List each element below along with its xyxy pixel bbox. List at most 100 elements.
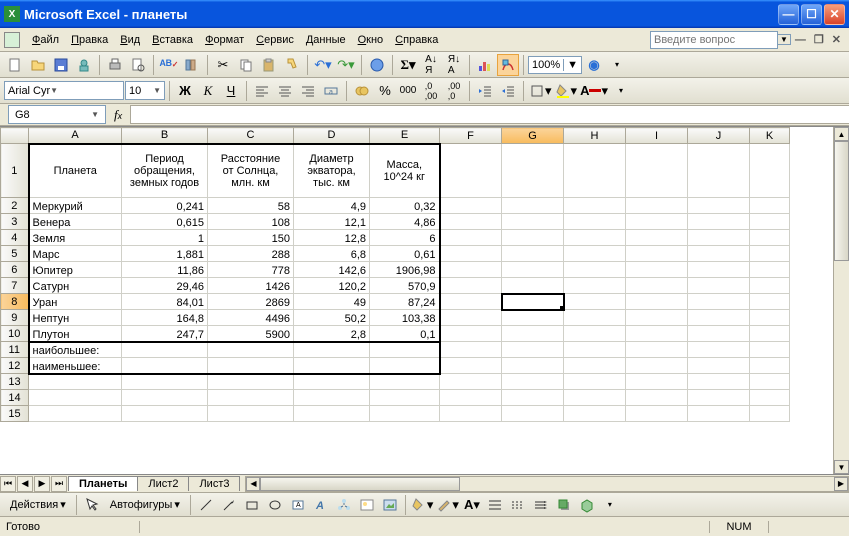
cell-H9[interactable] <box>564 310 626 326</box>
cell-H11[interactable] <box>564 342 626 358</box>
cell-F2[interactable] <box>440 198 502 214</box>
horizontal-scroll-thumb[interactable] <box>260 477 460 491</box>
cell-H3[interactable] <box>564 214 626 230</box>
col-header-B[interactable]: B <box>122 128 208 144</box>
cell-E4[interactable]: 6 <box>370 230 440 246</box>
cell-G4[interactable] <box>502 230 564 246</box>
cell-H13[interactable] <box>564 374 626 390</box>
row-header-10[interactable]: 10 <box>1 326 29 342</box>
cell-D5[interactable]: 6,8 <box>294 246 370 262</box>
menu-файл[interactable]: Файл <box>26 32 65 48</box>
cut-button[interactable]: ✂ <box>212 54 234 76</box>
select-objects-button[interactable] <box>81 494 103 516</box>
sheet-tab-0[interactable]: Планеты <box>68 476 138 491</box>
paste-button[interactable] <box>258 54 280 76</box>
cell-I11[interactable] <box>626 342 688 358</box>
cell-F7[interactable] <box>440 278 502 294</box>
cell-K8[interactable] <box>750 294 790 310</box>
cell-K11[interactable] <box>750 342 790 358</box>
mdi-close-button[interactable]: ✕ <box>828 33 845 46</box>
hyperlink-button[interactable] <box>366 54 388 76</box>
toolbar-options-button[interactable]: ▾ <box>610 80 632 102</box>
cell-E6[interactable]: 1906,98 <box>370 262 440 278</box>
cell-K4[interactable] <box>750 230 790 246</box>
cell-D3[interactable]: 12,1 <box>294 214 370 230</box>
formula-input[interactable] <box>130 105 849 124</box>
cell-G12[interactable] <box>502 358 564 374</box>
dash-style-button[interactable] <box>507 494 529 516</box>
row-header-15[interactable]: 15 <box>1 406 29 422</box>
cell-A10[interactable]: Плутон <box>29 326 122 342</box>
diagram-button[interactable] <box>333 494 355 516</box>
cell-H6[interactable] <box>564 262 626 278</box>
underline-button[interactable]: Ч <box>220 80 242 102</box>
cell-I2[interactable] <box>626 198 688 214</box>
cell-K6[interactable] <box>750 262 790 278</box>
cell-I4[interactable] <box>626 230 688 246</box>
cell-G8[interactable] <box>502 294 564 310</box>
save-button[interactable] <box>50 54 72 76</box>
cell-E8[interactable]: 87,24 <box>370 294 440 310</box>
cell-D2[interactable]: 4,9 <box>294 198 370 214</box>
cell-J2[interactable] <box>688 198 750 214</box>
cell-K9[interactable] <box>750 310 790 326</box>
cell-E14[interactable] <box>370 390 440 406</box>
cell-C2[interactable]: 58 <box>208 198 294 214</box>
cell-H2[interactable] <box>564 198 626 214</box>
minimize-button[interactable]: ― <box>778 4 799 25</box>
arrow-style-button[interactable] <box>530 494 552 516</box>
textbox-button[interactable]: A <box>287 494 309 516</box>
line-style-button[interactable] <box>484 494 506 516</box>
row-header-12[interactable]: 12 <box>1 358 29 374</box>
bold-button[interactable]: Ж <box>174 80 196 102</box>
comma-button[interactable]: 000 <box>397 80 419 102</box>
toolbar-options-button[interactable]: ▾ <box>599 494 621 516</box>
col-header-F[interactable]: F <box>440 128 502 144</box>
cell-B6[interactable]: 11,86 <box>122 262 208 278</box>
cell-J10[interactable] <box>688 326 750 342</box>
cell-D4[interactable]: 12,8 <box>294 230 370 246</box>
drawing-toolbar-button[interactable] <box>497 54 519 76</box>
font-size-combo[interactable]: 10▼ <box>125 81 165 100</box>
open-button[interactable] <box>27 54 49 76</box>
decrease-indent-button[interactable] <box>474 80 496 102</box>
cell-I13[interactable] <box>626 374 688 390</box>
name-box[interactable]: G8▼ <box>8 105 106 124</box>
cell-J13[interactable] <box>688 374 750 390</box>
row-header-9[interactable]: 9 <box>1 310 29 326</box>
cell-E2[interactable]: 0,32 <box>370 198 440 214</box>
new-button[interactable] <box>4 54 26 76</box>
cell-C3[interactable]: 108 <box>208 214 294 230</box>
col-header-G[interactable]: G <box>502 128 564 144</box>
decrease-decimal-button[interactable]: ,00,0 <box>443 80 465 102</box>
cell-I8[interactable] <box>626 294 688 310</box>
cell-C9[interactable]: 4496 <box>208 310 294 326</box>
cell-J4[interactable] <box>688 230 750 246</box>
cell-D10[interactable]: 2,8 <box>294 326 370 342</box>
cell-C12[interactable] <box>208 358 294 374</box>
cell-H7[interactable] <box>564 278 626 294</box>
fill-color-draw-button[interactable]: ▾ <box>410 494 435 516</box>
increase-indent-button[interactable] <box>497 80 519 102</box>
cell-B13[interactable] <box>122 374 208 390</box>
cell-E12[interactable] <box>370 358 440 374</box>
cell-A11[interactable]: наибольшее: <box>29 342 122 358</box>
cell-F5[interactable] <box>440 246 502 262</box>
cell-F1[interactable] <box>440 144 502 198</box>
cell-D6[interactable]: 142,6 <box>294 262 370 278</box>
cell-B8[interactable]: 84,01 <box>122 294 208 310</box>
tab-nav-prev-button[interactable]: ◀ <box>17 476 33 492</box>
cell-K13[interactable] <box>750 374 790 390</box>
cell-D9[interactable]: 50,2 <box>294 310 370 326</box>
menu-окно[interactable]: Окно <box>352 32 390 48</box>
print-preview-button[interactable] <box>127 54 149 76</box>
scroll-left-button[interactable]: ◀ <box>246 477 260 491</box>
research-button[interactable] <box>181 54 203 76</box>
sort-desc-button[interactable]: Я↓А <box>443 54 465 76</box>
cell-B7[interactable]: 29,46 <box>122 278 208 294</box>
cell-C8[interactable]: 2869 <box>208 294 294 310</box>
arrow-button[interactable] <box>218 494 240 516</box>
menu-правка[interactable]: Правка <box>65 32 114 48</box>
cell-D1[interactable]: Диаметр экватора, тыс. км <box>294 144 370 198</box>
cell-J6[interactable] <box>688 262 750 278</box>
